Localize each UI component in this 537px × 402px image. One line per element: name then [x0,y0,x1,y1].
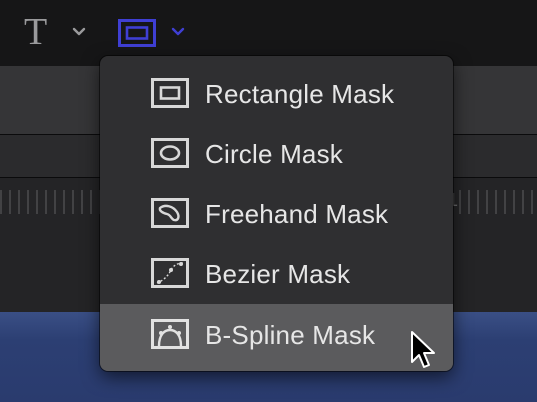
menu-item-label: Rectangle Mask [205,79,395,109]
freehand-mask-icon [151,198,189,228]
mouse-pointer-icon [410,330,440,372]
menu-item-b-spline-mask[interactable]: B-Spline Mask [100,304,453,371]
menu-item-label: B-Spline Mask [205,320,376,350]
menu-item-circle-mask[interactable]: Circle Mask [100,123,453,183]
text-tool-chevron-down-icon[interactable] [72,27,86,37]
mask-shape-menu: Rectangle Mask Circle Mask Freehand Mask [100,56,453,371]
menu-item-bezier-mask[interactable]: Bezier Mask [100,243,453,303]
b-spline-mask-icon [151,319,189,349]
menu-item-label: Freehand Mask [205,199,389,229]
menu-item-rectangle-mask[interactable]: Rectangle Mask [100,63,453,123]
menu-item-freehand-mask[interactable]: Freehand Mask [100,183,453,243]
menu-item-label: Bezier Mask [205,259,351,289]
bezier-mask-icon [151,258,189,288]
text-tool-icon[interactable]: T [24,12,47,52]
circle-mask-icon [151,138,189,168]
rectangle-mask-icon [151,78,189,108]
rectangle-mask-tool-icon[interactable] [118,19,156,47]
mask-tool-chevron-down-icon[interactable] [171,27,185,37]
menu-item-label: Circle Mask [205,139,343,169]
